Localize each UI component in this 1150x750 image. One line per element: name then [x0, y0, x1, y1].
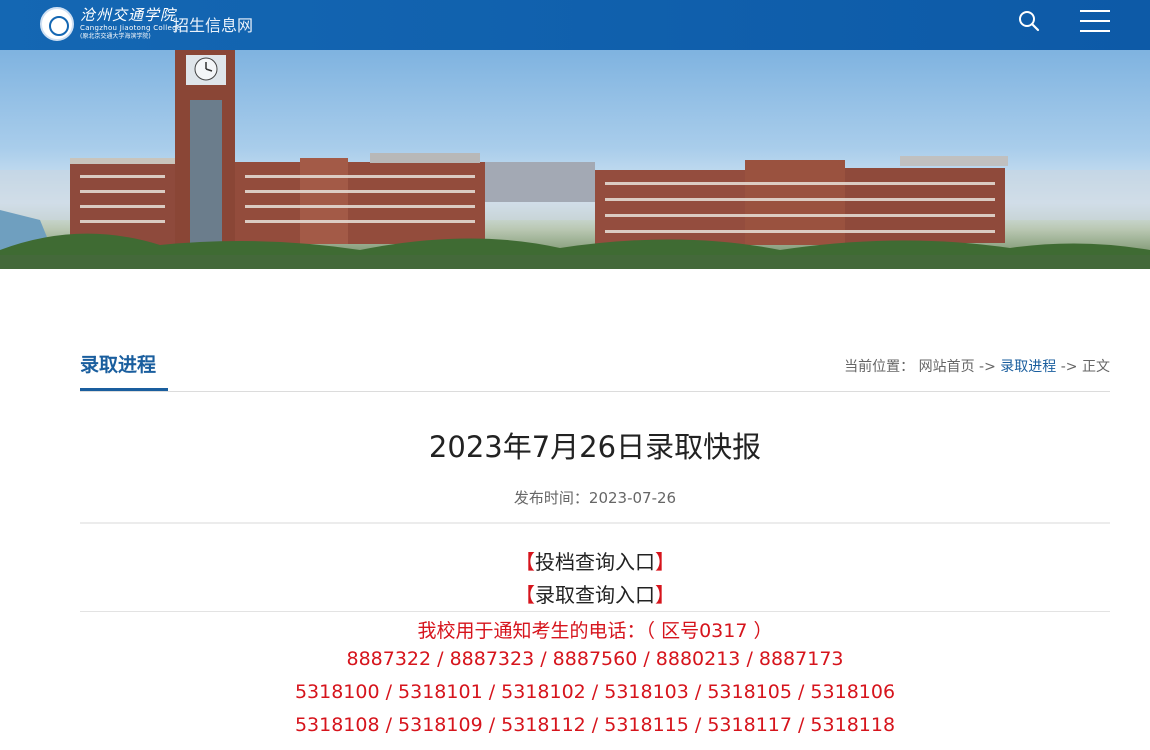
phone-line: 5318100 / 5318101 / 5318102 / 5318103 / … — [294, 681, 896, 703]
breadcrumb-current-link[interactable]: 录取进程 — [1000, 359, 1056, 375]
campus-banner-image — [0, 50, 1150, 269]
college-logo[interactable]: 沧州交通学院 Cangzhou Jiaotong College (原北京交通大… — [40, 2, 181, 46]
breadcrumb-home-link[interactable]: 网站首页 — [919, 359, 975, 375]
college-seal-icon — [40, 7, 74, 41]
breadcrumb: 当前位置： 网站首页 -> 录取进程 -> 正文 — [844, 356, 1110, 376]
bracket-open: 【 — [515, 550, 535, 574]
logo-english-name: Cangzhou Jiaotong College — [80, 24, 182, 32]
menu-icon-bar — [1080, 10, 1110, 12]
phone-line: 8887322 / 8887323 / 8887560 / 8880213 / … — [346, 648, 844, 670]
logo-chinese-name: 沧州交通学院 — [80, 6, 177, 24]
article-header-divider — [80, 522, 1110, 524]
section-divider — [80, 391, 1110, 392]
phone-line: 5318108 / 5318109 / 5318112 / 5318115 / … — [294, 714, 896, 736]
section-title[interactable]: 录取进程 — [80, 350, 156, 377]
admission-query-label[interactable]: 录取查询入口 — [535, 583, 655, 607]
publish-date-value: 2023-07-26 — [588, 489, 677, 507]
search-icon[interactable] — [1018, 10, 1040, 32]
breadcrumb-last: 正文 — [1082, 359, 1110, 375]
admission-query-link[interactable]: 【录取查询入口】 — [80, 579, 1110, 608]
menu-icon-bar — [1080, 20, 1110, 22]
top-bar: 沧州交通学院 Cangzhou Jiaotong College (原北京交通大… — [0, 0, 1150, 50]
article-title: 2023年7月26日录取快报 — [428, 430, 762, 464]
site-name[interactable]: 招生信息网 — [173, 12, 253, 36]
publish-date: 发布时间：2023-07-26 — [80, 487, 1110, 508]
bracket-open: 【 — [515, 583, 535, 607]
campus-illustration — [0, 50, 1150, 269]
phone-intro: 我校用于通知考生的电话：（ 区号0317 ） — [417, 620, 773, 642]
filing-query-link[interactable]: 【投档查询入口】 — [80, 546, 1110, 575]
bracket-close: 】 — [655, 550, 675, 574]
filing-query-label[interactable]: 投档查询入口 — [535, 550, 655, 574]
bracket-close: 】 — [655, 583, 675, 607]
logo-subtitle: (原北京交通大学海滨学院) — [80, 33, 151, 40]
menu-icon[interactable] — [1080, 10, 1110, 32]
menu-icon-bar — [1080, 30, 1110, 32]
breadcrumb-prefix: 当前位置： — [844, 359, 915, 375]
logo-text: 沧州交通学院 Cangzhou Jiaotong College (原北京交通大… — [80, 7, 181, 41]
publish-date-label: 发布时间： — [513, 489, 589, 507]
breadcrumb-separator: -> — [979, 359, 996, 375]
content-divider — [80, 611, 1110, 612]
breadcrumb-separator: -> — [1060, 359, 1078, 375]
